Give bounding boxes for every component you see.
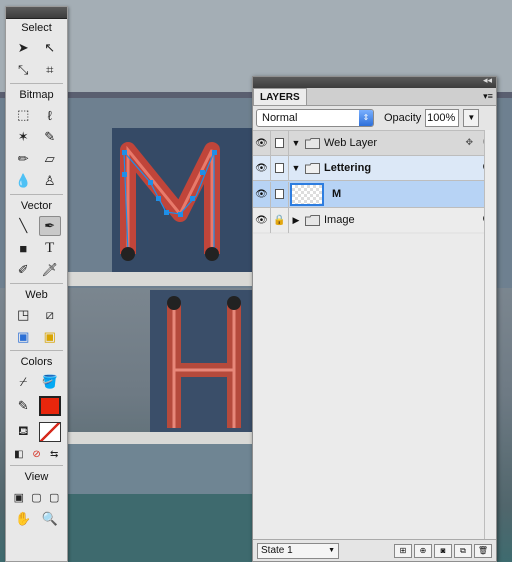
panel-options-menu-icon[interactable]: ▾≡: [480, 88, 496, 105]
layers-panel-titlebar[interactable]: ◂◂: [253, 75, 496, 88]
freeform-tool-icon[interactable]: ✐: [12, 260, 34, 280]
opacity-input[interactable]: 100%: [425, 109, 460, 127]
layer-name: Lettering: [324, 162, 372, 174]
hotspot-tool-icon[interactable]: ◳: [12, 305, 34, 325]
brush-tool-icon[interactable]: ✎: [39, 127, 61, 147]
vector-section-label: Vector: [20, 200, 53, 212]
view-section-label: View: [24, 471, 49, 483]
eye-icon[interactable]: 👁: [253, 181, 271, 207]
rectangle-tool-icon[interactable]: ■: [12, 238, 34, 258]
eye-icon[interactable]: 👁: [253, 130, 271, 156]
paint-bucket-tool-icon[interactable]: 🪣: [39, 372, 61, 392]
view-section: View ▣ ▢ ▢ ✋ 🔍: [6, 468, 67, 530]
layer-name: Image: [324, 214, 355, 226]
layer-thumbnail: [290, 182, 324, 206]
no-fill-swatch[interactable]: [38, 422, 61, 442]
bitmap-section-label: Bitmap: [19, 89, 54, 101]
lock-toggle[interactable]: [271, 155, 289, 181]
lock-icon[interactable]: 🔒: [271, 207, 289, 233]
standard-screen-mode-icon[interactable]: ▣: [10, 487, 28, 507]
colors-section: Colors ⌿ 🪣 ✎ ⛾ ◧ ⊘ ⇆: [6, 353, 67, 463]
text-tool-icon[interactable]: T: [39, 238, 61, 258]
full-screen-mode-icon[interactable]: ▢: [45, 487, 63, 507]
eye-icon[interactable]: 👁: [253, 155, 271, 181]
add-mask-icon[interactable]: ◙: [434, 543, 452, 558]
layers-scrollbar[interactable]: [484, 130, 496, 539]
layer-row-web-layer[interactable]: 👁 ▼ Web Layer ✥: [253, 130, 496, 156]
vector-section: Vector ╲ ✒ ■ T ✐ 🗡: [6, 197, 67, 281]
pen-tool-icon[interactable]: ✒: [38, 216, 61, 236]
tab-layers[interactable]: LAYERS: [253, 88, 307, 105]
tools-panel-titlebar[interactable]: [6, 7, 67, 19]
show-slices-icon[interactable]: ▣: [39, 327, 61, 347]
expand-triangle-icon[interactable]: ▼: [289, 163, 303, 173]
layer-row-lettering[interactable]: 👁 ▼ Lettering: [253, 155, 496, 181]
line-tool-icon[interactable]: ╲: [12, 216, 34, 236]
stroke-color-icon[interactable]: ✎: [12, 396, 34, 416]
move-icon: ✥: [465, 137, 473, 147]
knife-tool-icon[interactable]: 🗡: [39, 260, 61, 280]
lock-toggle[interactable]: [271, 181, 289, 207]
new-layer-icon[interactable]: ⊕: [414, 543, 432, 558]
full-screen-menu-mode-icon[interactable]: ▢: [28, 487, 46, 507]
eye-icon[interactable]: 👁: [253, 207, 271, 233]
state-select[interactable]: State 1 ▼: [257, 542, 339, 559]
hand-tool-icon[interactable]: ✋: [12, 509, 34, 529]
lasso-tool-icon[interactable]: ℓ: [39, 105, 61, 125]
opacity-slider-button[interactable]: ▼: [463, 109, 480, 127]
marquee-tool-icon[interactable]: ⬚: [12, 105, 34, 125]
default-colors-icon[interactable]: ◧: [10, 444, 28, 464]
zoom-tool-icon[interactable]: 🔍: [39, 509, 61, 529]
expand-triangle-icon[interactable]: ▼: [289, 138, 303, 148]
hide-slices-icon[interactable]: ▣: [12, 327, 34, 347]
tools-panel: Select ➤ ↖ ⤡ ⌗ Bitmap ⬚ ℓ ✶ ✎ ✏ ▱ 💧 ♙ Ve…: [5, 6, 68, 562]
chevron-down-icon: ▼: [328, 547, 335, 554]
no-stroke-icon[interactable]: ⊘: [28, 444, 46, 464]
select-section-label: Select: [21, 22, 52, 34]
layer-name: Web Layer: [324, 137, 377, 149]
scale-tool-icon[interactable]: ⤡: [12, 60, 34, 80]
slice-tool-icon[interactable]: ⧄: [39, 305, 61, 325]
magic-wand-tool-icon[interactable]: ✶: [12, 127, 34, 147]
delete-layer-icon[interactable]: 🗑: [474, 543, 492, 558]
state-value: State 1: [261, 545, 293, 556]
eyedropper-tool-icon[interactable]: ⌿: [12, 372, 34, 392]
new-sublayer-icon[interactable]: ⊞: [394, 543, 412, 558]
web-section-label: Web: [25, 289, 48, 301]
folder-icon: [305, 162, 320, 174]
select-section: Select ➤ ↖ ⤡ ⌗: [6, 19, 67, 81]
collapse-triangle-icon[interactable]: ▶: [289, 215, 303, 226]
web-section: Web ◳ ⧄ ▣ ▣: [6, 286, 67, 348]
layers-panel: ◂◂ LAYERS ▾≡ Normal ⇕ Opacity 100% ▼ 👁 ▼…: [252, 75, 497, 562]
subselect-tool-icon[interactable]: ↖: [39, 38, 61, 58]
folder-icon: [305, 137, 320, 149]
pencil-tool-icon[interactable]: ✏: [12, 149, 34, 169]
colors-section-label: Colors: [20, 356, 53, 368]
bitmap-section: Bitmap ⬚ ℓ ✶ ✎ ✏ ▱ 💧 ♙: [6, 86, 67, 192]
fill-color-swatch[interactable]: [38, 396, 61, 416]
folder-icon: [305, 214, 320, 226]
eraser-tool-icon[interactable]: ▱: [39, 149, 61, 169]
chevron-updown-icon: ⇕: [359, 110, 373, 126]
pointer-tool-icon[interactable]: ➤: [12, 38, 34, 58]
collapse-panel-icon[interactable]: ◂◂: [483, 75, 492, 86]
blend-mode-select[interactable]: Normal ⇕: [256, 109, 374, 127]
swap-colors-icon[interactable]: ⇆: [45, 444, 63, 464]
layers-footer: State 1 ▼ ⊞ ⊕ ◙ ⧉ 🗑: [253, 539, 496, 561]
layer-row-image[interactable]: 👁 🔒 ▶ Image: [253, 207, 496, 233]
opacity-label: Opacity: [384, 112, 422, 124]
layer-row-m[interactable]: 👁 M: [253, 180, 496, 207]
rubber-stamp-tool-icon[interactable]: ♙: [39, 171, 61, 191]
blur-tool-icon[interactable]: 💧: [12, 171, 34, 191]
duplicate-layer-icon[interactable]: ⧉: [454, 543, 472, 558]
crop-tool-icon[interactable]: ⌗: [39, 60, 61, 80]
fill-bucket-icon[interactable]: ⛾: [12, 422, 34, 442]
blend-mode-value: Normal: [262, 112, 298, 124]
layer-name: M: [332, 188, 342, 200]
lock-toggle[interactable]: [271, 130, 289, 156]
layers-empty-area: [253, 234, 484, 539]
